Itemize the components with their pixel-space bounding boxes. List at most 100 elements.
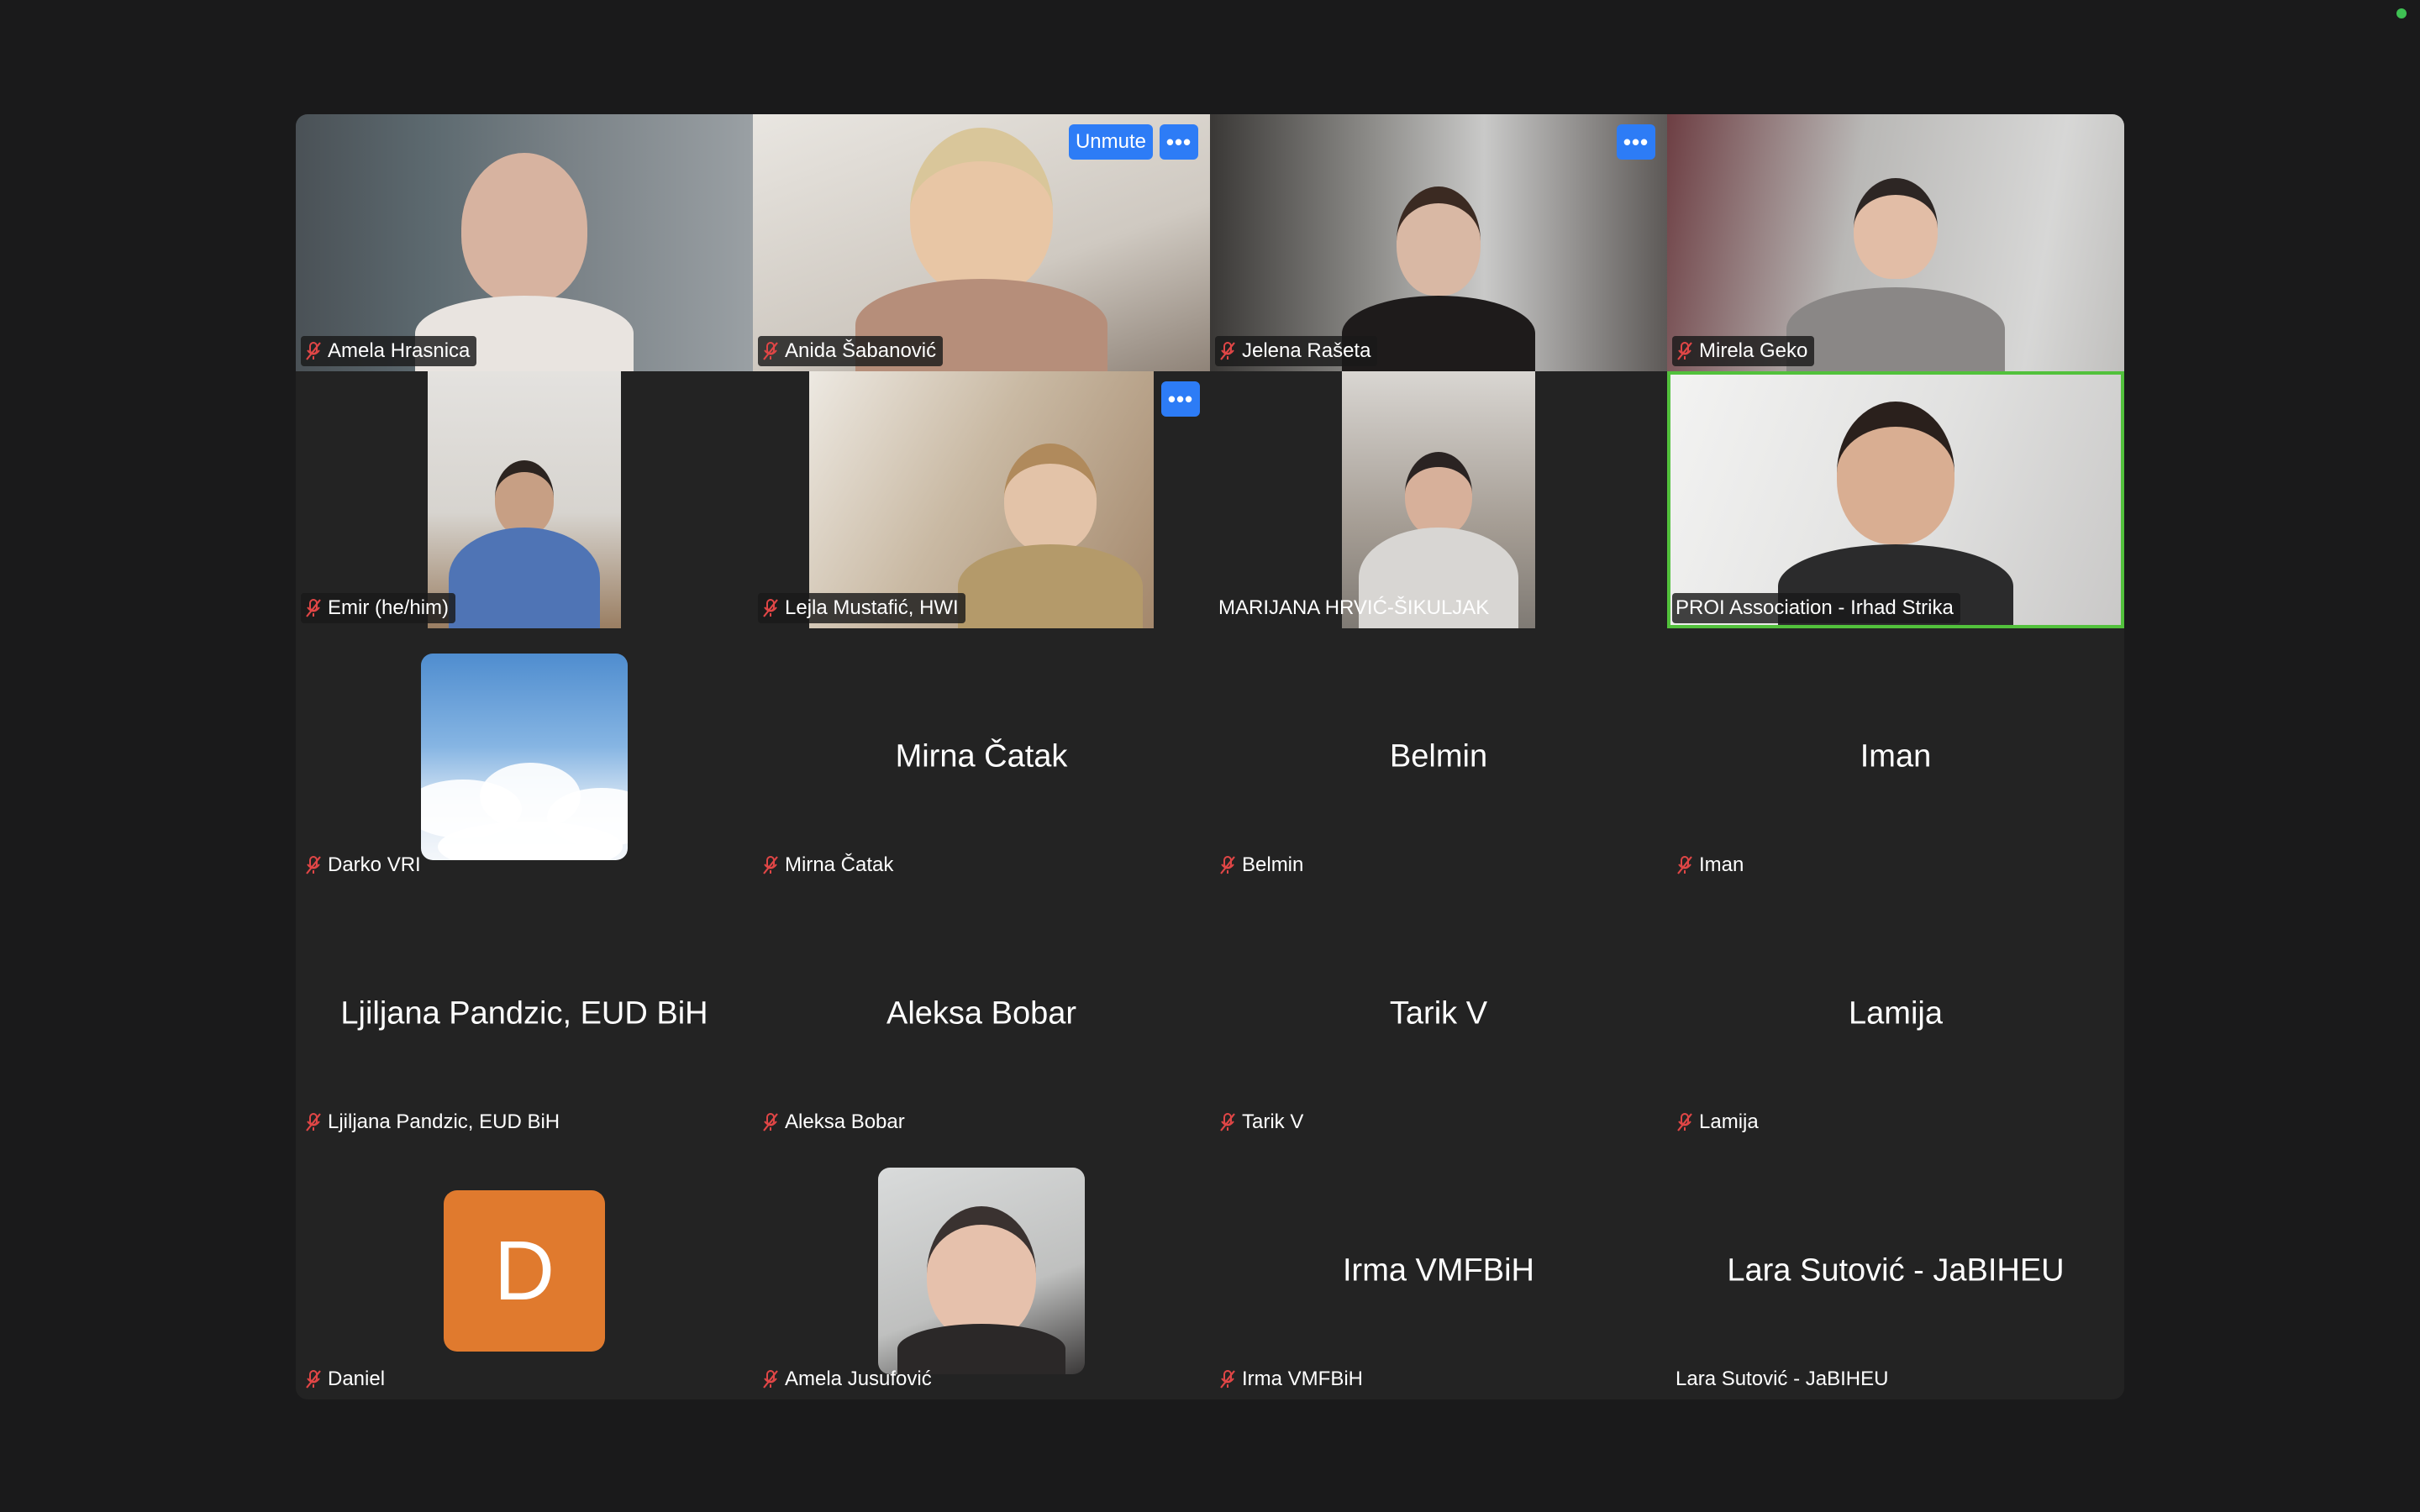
participant-name: Mirna Čatak bbox=[785, 853, 894, 876]
participant-tile[interactable]: Irma VMFBiH Irma VMFBiH bbox=[1210, 1142, 1667, 1399]
mic-muted-icon bbox=[1677, 342, 1692, 360]
participant-name: Amela Jusufović bbox=[785, 1368, 932, 1390]
mic-muted-icon bbox=[763, 1370, 778, 1389]
mic-muted-icon bbox=[763, 1113, 778, 1131]
mic-muted-icon bbox=[763, 599, 778, 617]
participant-name: Mirela Geko bbox=[1699, 339, 1808, 362]
participant-name: Jelena Rašeta bbox=[1242, 339, 1371, 362]
participant-name: MARIJANA HRVIĆ-ŠIKULJAK bbox=[1218, 596, 1490, 619]
unmute-button[interactable]: Unmute bbox=[1068, 124, 1153, 160]
participant-name-tag: Mirna Čatak bbox=[758, 850, 900, 880]
participant-tile[interactable]: Amela Hrasnica bbox=[296, 114, 753, 371]
video-feed bbox=[1667, 371, 2124, 628]
participant-name-tag: Tarik V bbox=[1215, 1107, 1310, 1137]
participant-display-name: Belmin bbox=[1389, 738, 1488, 774]
participant-name-tag: Lejla Mustafić, HWI bbox=[758, 593, 965, 623]
video-feed bbox=[1667, 114, 2124, 371]
participant-display-name: Mirna Čatak bbox=[895, 738, 1068, 774]
participant-tile[interactable]: ••• Lejla Mustafić, HWI bbox=[753, 371, 1210, 628]
participant-name: Lamija bbox=[1699, 1110, 1759, 1133]
participant-display-name: Lara Sutović - JaBIHEU bbox=[1727, 1252, 2065, 1289]
mic-muted-icon bbox=[1677, 1113, 1692, 1131]
participant-display-name: Irma VMFBiH bbox=[1343, 1252, 1534, 1289]
video-feed bbox=[1210, 114, 1667, 371]
participant-tile[interactable]: Iman Iman bbox=[1667, 628, 2124, 885]
participant-name-tag: Mirela Geko bbox=[1672, 336, 1815, 366]
video-feed bbox=[428, 371, 621, 628]
participant-name: Tarik V bbox=[1242, 1110, 1304, 1133]
more-options-button[interactable]: ••• bbox=[1160, 124, 1198, 160]
participant-tile[interactable]: ••• Jelena Rašeta bbox=[1210, 114, 1667, 371]
mic-muted-icon bbox=[306, 856, 321, 874]
participant-name-tag: Irma VMFBiH bbox=[1215, 1364, 1370, 1394]
participant-name-tag: Daniel bbox=[301, 1364, 392, 1394]
mic-muted-icon bbox=[1220, 856, 1235, 874]
participant-name-tag: MARIJANA HRVIĆ-ŠIKULJAK bbox=[1215, 593, 1496, 623]
participant-name: Lejla Mustafić, HWI bbox=[785, 596, 959, 619]
participant-name: Aleksa Bobar bbox=[785, 1110, 905, 1133]
mic-muted-icon bbox=[306, 1113, 321, 1131]
video-feed bbox=[1342, 371, 1535, 628]
participant-tile[interactable]: Unmute ••• Anida Šabanović bbox=[753, 114, 1210, 371]
participant-tile[interactable]: Mirela Geko bbox=[1667, 114, 2124, 371]
participant-name: Lara Sutović - JaBIHEU bbox=[1676, 1368, 1889, 1390]
mic-muted-icon bbox=[1220, 1113, 1235, 1131]
profile-picture bbox=[878, 1168, 1085, 1374]
participant-name: Emir (he/him) bbox=[328, 596, 450, 619]
profile-picture bbox=[421, 654, 628, 860]
participant-tile[interactable]: Belmin Belmin bbox=[1210, 628, 1667, 885]
participant-name: Daniel bbox=[328, 1368, 386, 1390]
participant-name-tag: Anida Šabanović bbox=[758, 336, 944, 366]
participant-name: Amela Hrasnica bbox=[328, 339, 471, 362]
video-feed bbox=[296, 114, 753, 371]
participant-name: Darko VRI bbox=[328, 853, 421, 876]
video-feed bbox=[809, 371, 1154, 628]
mic-muted-icon bbox=[1677, 856, 1692, 874]
participant-tile[interactable]: Ljiljana Pandzic, EUD BiH Ljiljana Pandz… bbox=[296, 885, 753, 1142]
participant-name: Belmin bbox=[1242, 853, 1304, 876]
participant-name-tag: Jelena Rašeta bbox=[1215, 336, 1378, 366]
participant-name: PROI Association - Irhad Strika bbox=[1676, 596, 1954, 619]
participant-tile[interactable]: Lamija Lamija bbox=[1667, 885, 2124, 1142]
participant-name-tag: Lara Sutović - JaBIHEU bbox=[1672, 1364, 1895, 1394]
participant-tile[interactable]: Darko VRI bbox=[296, 628, 753, 885]
participant-tile[interactable]: Mirna Čatak Mirna Čatak bbox=[753, 628, 1210, 885]
mic-muted-icon bbox=[763, 342, 778, 360]
participant-name: Anida Šabanović bbox=[785, 339, 937, 362]
participant-display-name: Ljiljana Pandzic, EUD BiH bbox=[340, 995, 708, 1032]
participant-name-tag: Ljiljana Pandzic, EUD BiH bbox=[301, 1107, 566, 1137]
participant-tile[interactable]: Amela Jusufović bbox=[753, 1142, 1210, 1399]
status-indicator bbox=[2396, 8, 2407, 18]
participant-display-name: Lamija bbox=[1849, 995, 1943, 1032]
participant-name-tag: Amela Jusufović bbox=[758, 1364, 939, 1394]
avatar-initial-letter: D bbox=[444, 1190, 605, 1352]
avatar-initial: D bbox=[444, 1190, 605, 1352]
participant-display-name: Aleksa Bobar bbox=[886, 995, 1076, 1032]
participant-tile[interactable]: Emir (he/him) bbox=[296, 371, 753, 628]
participant-tile[interactable]: D Daniel bbox=[296, 1142, 753, 1399]
participant-name: Irma VMFBiH bbox=[1242, 1368, 1363, 1390]
participant-tile-active-speaker[interactable]: PROI Association - Irhad Strika bbox=[1667, 371, 2124, 628]
participant-name: Iman bbox=[1699, 853, 1744, 876]
more-options-button[interactable]: ••• bbox=[1161, 381, 1200, 417]
participant-name-tag: Lamija bbox=[1672, 1107, 1765, 1137]
participant-name: Ljiljana Pandzic, EUD BiH bbox=[328, 1110, 560, 1133]
participant-name-tag: Iman bbox=[1672, 850, 1750, 880]
mic-muted-icon bbox=[763, 856, 778, 874]
gallery-view: Amela Hrasnica Unmute ••• Anida Šabanovi… bbox=[296, 114, 2124, 1399]
participant-display-name: Iman bbox=[1860, 738, 1932, 774]
participant-tile[interactable]: Aleksa Bobar Aleksa Bobar bbox=[753, 885, 1210, 1142]
participant-name-tag: PROI Association - Irhad Strika bbox=[1672, 593, 1960, 623]
mic-muted-icon bbox=[306, 342, 321, 360]
participant-name-tag: Darko VRI bbox=[301, 850, 428, 880]
participant-tile[interactable]: Tarik V Tarik V bbox=[1210, 885, 1667, 1142]
mic-muted-icon bbox=[306, 1370, 321, 1389]
participant-tile[interactable]: Lara Sutović - JaBIHEU Lara Sutović - Ja… bbox=[1667, 1142, 2124, 1399]
more-options-button[interactable]: ••• bbox=[1617, 124, 1655, 160]
participant-tile[interactable]: MARIJANA HRVIĆ-ŠIKULJAK bbox=[1210, 371, 1667, 628]
participant-name-tag: Amela Hrasnica bbox=[301, 336, 477, 366]
participant-display-name: Tarik V bbox=[1389, 995, 1488, 1032]
participant-name-tag: Aleksa Bobar bbox=[758, 1107, 912, 1137]
mic-muted-icon bbox=[306, 599, 321, 617]
participant-name-tag: Belmin bbox=[1215, 850, 1310, 880]
